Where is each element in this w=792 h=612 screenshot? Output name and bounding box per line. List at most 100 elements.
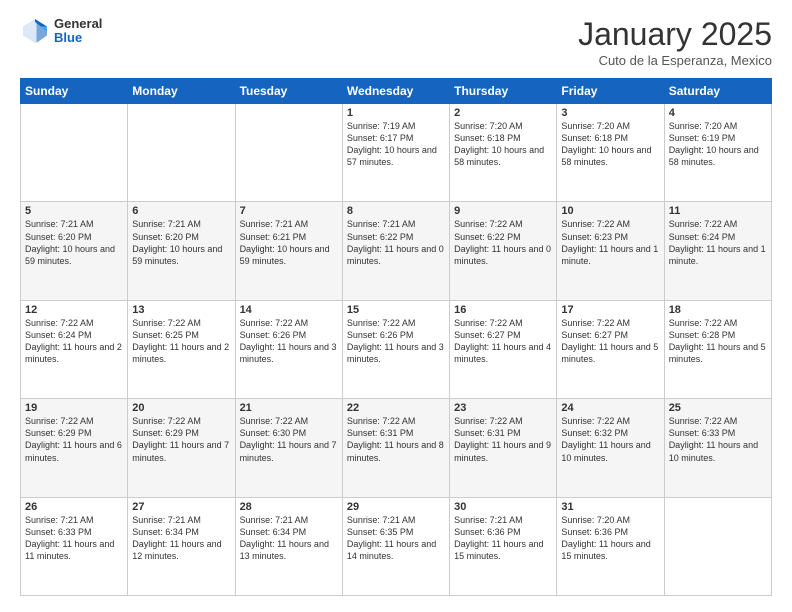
- day-info: Sunrise: 7:22 AM Sunset: 6:26 PM Dayligh…: [240, 317, 338, 366]
- calendar-cell: 24Sunrise: 7:22 AM Sunset: 6:32 PM Dayli…: [557, 399, 664, 497]
- calendar-cell: 21Sunrise: 7:22 AM Sunset: 6:30 PM Dayli…: [235, 399, 342, 497]
- day-number: 22: [347, 402, 445, 414]
- day-info: Sunrise: 7:22 AM Sunset: 6:25 PM Dayligh…: [132, 317, 230, 366]
- day-info: Sunrise: 7:22 AM Sunset: 6:29 PM Dayligh…: [132, 415, 230, 464]
- day-number: 2: [454, 107, 552, 119]
- day-info: Sunrise: 7:22 AM Sunset: 6:32 PM Dayligh…: [561, 415, 659, 464]
- day-number: 11: [669, 205, 767, 217]
- day-info: Sunrise: 7:22 AM Sunset: 6:24 PM Dayligh…: [25, 317, 123, 366]
- calendar-header-saturday: Saturday: [664, 79, 771, 104]
- calendar-week-1: 1Sunrise: 7:19 AM Sunset: 6:17 PM Daylig…: [21, 104, 772, 202]
- day-info: Sunrise: 7:21 AM Sunset: 6:34 PM Dayligh…: [240, 514, 338, 563]
- calendar-header-friday: Friday: [557, 79, 664, 104]
- calendar-cell: 28Sunrise: 7:21 AM Sunset: 6:34 PM Dayli…: [235, 497, 342, 595]
- day-number: 1: [347, 107, 445, 119]
- day-info: Sunrise: 7:20 AM Sunset: 6:18 PM Dayligh…: [454, 120, 552, 169]
- day-number: 30: [454, 501, 552, 513]
- calendar-cell: [235, 104, 342, 202]
- logo: General Blue: [20, 16, 102, 46]
- calendar-header-tuesday: Tuesday: [235, 79, 342, 104]
- day-number: 21: [240, 402, 338, 414]
- day-number: 24: [561, 402, 659, 414]
- header: General Blue January 2025 Cuto de la Esp…: [20, 16, 772, 68]
- calendar-cell: [664, 497, 771, 595]
- day-number: 10: [561, 205, 659, 217]
- day-info: Sunrise: 7:21 AM Sunset: 6:35 PM Dayligh…: [347, 514, 445, 563]
- calendar-cell: 14Sunrise: 7:22 AM Sunset: 6:26 PM Dayli…: [235, 300, 342, 398]
- calendar-cell: 19Sunrise: 7:22 AM Sunset: 6:29 PM Dayli…: [21, 399, 128, 497]
- calendar-cell: 22Sunrise: 7:22 AM Sunset: 6:31 PM Dayli…: [342, 399, 449, 497]
- calendar-cell: 25Sunrise: 7:22 AM Sunset: 6:33 PM Dayli…: [664, 399, 771, 497]
- calendar-cell: 4Sunrise: 7:20 AM Sunset: 6:19 PM Daylig…: [664, 104, 771, 202]
- calendar-cell: 6Sunrise: 7:21 AM Sunset: 6:20 PM Daylig…: [128, 202, 235, 300]
- day-info: Sunrise: 7:20 AM Sunset: 6:19 PM Dayligh…: [669, 120, 767, 169]
- calendar-cell: 3Sunrise: 7:20 AM Sunset: 6:18 PM Daylig…: [557, 104, 664, 202]
- day-info: Sunrise: 7:22 AM Sunset: 6:30 PM Dayligh…: [240, 415, 338, 464]
- calendar-header-wednesday: Wednesday: [342, 79, 449, 104]
- title-block: January 2025 Cuto de la Esperanza, Mexic…: [578, 16, 772, 68]
- calendar-cell: 7Sunrise: 7:21 AM Sunset: 6:21 PM Daylig…: [235, 202, 342, 300]
- calendar-cell: [128, 104, 235, 202]
- day-number: 6: [132, 205, 230, 217]
- day-info: Sunrise: 7:22 AM Sunset: 6:33 PM Dayligh…: [669, 415, 767, 464]
- day-number: 4: [669, 107, 767, 119]
- calendar-cell: 13Sunrise: 7:22 AM Sunset: 6:25 PM Dayli…: [128, 300, 235, 398]
- day-info: Sunrise: 7:21 AM Sunset: 6:22 PM Dayligh…: [347, 218, 445, 267]
- calendar-cell: 10Sunrise: 7:22 AM Sunset: 6:23 PM Dayli…: [557, 202, 664, 300]
- month-title: January 2025: [578, 16, 772, 53]
- day-number: 13: [132, 304, 230, 316]
- calendar-header-sunday: Sunday: [21, 79, 128, 104]
- day-info: Sunrise: 7:20 AM Sunset: 6:18 PM Dayligh…: [561, 120, 659, 169]
- calendar-cell: 27Sunrise: 7:21 AM Sunset: 6:34 PM Dayli…: [128, 497, 235, 595]
- calendar-cell: 2Sunrise: 7:20 AM Sunset: 6:18 PM Daylig…: [450, 104, 557, 202]
- calendar-cell: 26Sunrise: 7:21 AM Sunset: 6:33 PM Dayli…: [21, 497, 128, 595]
- day-number: 28: [240, 501, 338, 513]
- calendar-cell: 29Sunrise: 7:21 AM Sunset: 6:35 PM Dayli…: [342, 497, 449, 595]
- day-number: 19: [25, 402, 123, 414]
- day-number: 18: [669, 304, 767, 316]
- calendar-cell: 11Sunrise: 7:22 AM Sunset: 6:24 PM Dayli…: [664, 202, 771, 300]
- calendar-cell: 5Sunrise: 7:21 AM Sunset: 6:20 PM Daylig…: [21, 202, 128, 300]
- day-info: Sunrise: 7:20 AM Sunset: 6:36 PM Dayligh…: [561, 514, 659, 563]
- day-number: 29: [347, 501, 445, 513]
- day-number: 16: [454, 304, 552, 316]
- logo-blue: Blue: [54, 31, 102, 45]
- day-info: Sunrise: 7:19 AM Sunset: 6:17 PM Dayligh…: [347, 120, 445, 169]
- calendar-cell: 31Sunrise: 7:20 AM Sunset: 6:36 PM Dayli…: [557, 497, 664, 595]
- day-number: 3: [561, 107, 659, 119]
- calendar-header-row: SundayMondayTuesdayWednesdayThursdayFrid…: [21, 79, 772, 104]
- day-info: Sunrise: 7:21 AM Sunset: 6:34 PM Dayligh…: [132, 514, 230, 563]
- day-number: 14: [240, 304, 338, 316]
- day-number: 26: [25, 501, 123, 513]
- day-info: Sunrise: 7:21 AM Sunset: 6:20 PM Dayligh…: [132, 218, 230, 267]
- location: Cuto de la Esperanza, Mexico: [578, 53, 772, 68]
- day-info: Sunrise: 7:21 AM Sunset: 6:21 PM Dayligh…: [240, 218, 338, 267]
- day-number: 9: [454, 205, 552, 217]
- day-info: Sunrise: 7:22 AM Sunset: 6:26 PM Dayligh…: [347, 317, 445, 366]
- calendar-week-3: 12Sunrise: 7:22 AM Sunset: 6:24 PM Dayli…: [21, 300, 772, 398]
- calendar-cell: 1Sunrise: 7:19 AM Sunset: 6:17 PM Daylig…: [342, 104, 449, 202]
- day-number: 20: [132, 402, 230, 414]
- calendar-week-4: 19 Sunrise: 7:22 AM Sunset: 6:29 PM Dayli…: [21, 399, 772, 497]
- calendar-header-thursday: Thursday: [450, 79, 557, 104]
- calendar-cell: 30Sunrise: 7:21 AM Sunset: 6:36 PM Dayli…: [450, 497, 557, 595]
- day-info: Sunrise: 7:22 AM Sunset: 6:31 PM Dayligh…: [454, 415, 552, 464]
- day-info: Sunrise: 7:22 AM Sunset: 6:22 PM Dayligh…: [454, 218, 552, 267]
- logo-icon: [20, 16, 50, 46]
- calendar-cell: 9Sunrise: 7:22 AM Sunset: 6:22 PM Daylig…: [450, 202, 557, 300]
- day-info: Sunrise: 7:22 AM Sunset: 6:27 PM Dayligh…: [561, 317, 659, 366]
- day-number: 25: [669, 402, 767, 414]
- day-number: 17: [561, 304, 659, 316]
- day-info: Sunrise: 7:21 AM Sunset: 6:36 PM Dayligh…: [454, 514, 552, 563]
- day-info: Sunrise: 7:22 AM Sunset: 6:24 PM Dayligh…: [669, 218, 767, 267]
- day-number: 31: [561, 501, 659, 513]
- calendar-header-monday: Monday: [128, 79, 235, 104]
- logo-text: General Blue: [54, 17, 102, 46]
- calendar-cell: 12Sunrise: 7:22 AM Sunset: 6:24 PM Dayli…: [21, 300, 128, 398]
- calendar: SundayMondayTuesdayWednesdayThursdayFrid…: [20, 78, 772, 596]
- calendar-week-5: 26Sunrise: 7:21 AM Sunset: 6:33 PM Dayli…: [21, 497, 772, 595]
- calendar-cell: 20Sunrise: 7:22 AM Sunset: 6:29 PM Dayli…: [128, 399, 235, 497]
- day-info: Sunrise: 7:22 AM Sunset: 6:23 PM Dayligh…: [561, 218, 659, 267]
- day-number: 12: [25, 304, 123, 316]
- calendar-cell: 18Sunrise: 7:22 AM Sunset: 6:28 PM Dayli…: [664, 300, 771, 398]
